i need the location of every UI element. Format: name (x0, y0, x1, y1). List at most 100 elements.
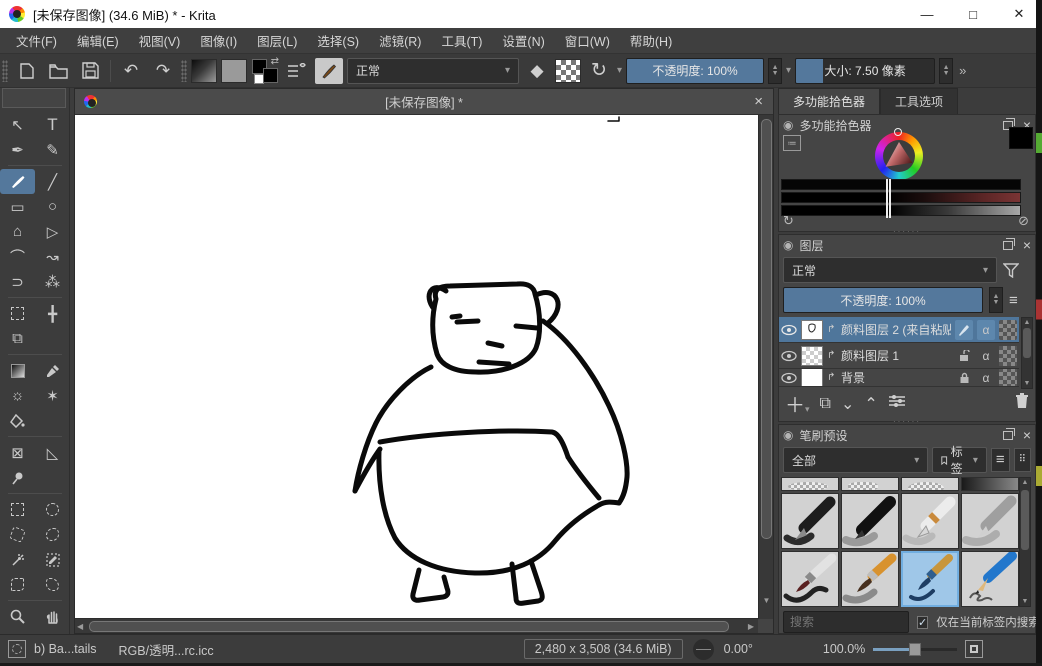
new-document-button[interactable] (12, 58, 40, 84)
visibility-eye-icon[interactable] (781, 348, 797, 364)
preserve-alpha-button[interactable] (555, 59, 581, 83)
layer-opacity-spinner[interactable]: ▲▼ (989, 287, 1003, 313)
canvas-horizontal-scrollbar[interactable]: ◀ ▶ (75, 618, 758, 633)
menu-settings[interactable]: 设置(N) (492, 28, 554, 53)
brush-preset[interactable] (781, 477, 839, 491)
subwindow-titlebar[interactable]: [未保存图像] * × (75, 89, 773, 115)
tool-smart-patch[interactable]: ✶ (35, 383, 70, 408)
eraser-mode-button[interactable]: ◆ (523, 58, 551, 84)
brush-preset-ink-pen[interactable] (781, 493, 839, 549)
tool-freehand-select[interactable] (35, 522, 70, 547)
float-docker-icon[interactable] (1003, 241, 1013, 250)
size-spinner[interactable]: ▲▼ (939, 58, 953, 84)
chevron-down-icon[interactable]: ▾ (617, 65, 622, 76)
tool-ellipse-select[interactable] (35, 497, 70, 522)
subwindow-close-button[interactable]: × (744, 93, 773, 110)
brush-preset-wet-brush[interactable] (841, 551, 899, 607)
search-scope-checkbox[interactable]: ✓ (917, 616, 928, 629)
current-color-swatch[interactable] (1009, 127, 1033, 149)
toolbar-grip-2[interactable] (181, 60, 187, 82)
close-docker-icon[interactable]: × (1023, 239, 1031, 251)
menu-file[interactable]: 文件(F) (6, 28, 67, 53)
minimize-button[interactable]: — (904, 0, 950, 28)
menu-select[interactable]: 选择(S) (307, 28, 369, 53)
bar-marker[interactable] (886, 192, 891, 205)
redo-button[interactable]: ↷ (149, 58, 177, 84)
undo-button[interactable]: ↶ (117, 58, 145, 84)
brush-search-input[interactable] (783, 611, 909, 633)
brush-settings-button[interactable] (283, 58, 311, 84)
tool-pan[interactable] (35, 604, 70, 629)
brush-preset[interactable] (901, 477, 959, 491)
add-layer-button[interactable]: ＋▾ (785, 389, 810, 418)
tool-color-sampler[interactable] (35, 358, 70, 383)
layer-row[interactable]: ↱ 颜料图层 1 α (779, 343, 1019, 369)
color-wheel[interactable] (875, 132, 923, 180)
save-button[interactable] (76, 58, 104, 84)
tool-line[interactable]: ╱ (35, 169, 70, 194)
float-docker-icon[interactable] (1003, 431, 1013, 440)
tool-measure[interactable]: ⊠ (0, 440, 35, 465)
move-layer-down-button[interactable]: ⌄ (841, 394, 854, 414)
duplicate-layer-button[interactable]: ⧉ (820, 395, 831, 413)
layer-properties-button[interactable] (888, 394, 906, 413)
tool-magnetic-select[interactable] (35, 572, 70, 597)
zoom-slider[interactable] (873, 648, 957, 651)
bar-marker[interactable] (886, 205, 891, 218)
scroll-down-icon[interactable]: ▼ (1020, 598, 1030, 605)
toolbar-overflow-button[interactable]: » (959, 63, 966, 78)
delete-layer-button[interactable] (1015, 393, 1029, 414)
menu-view[interactable]: 视图(V) (129, 28, 191, 53)
zoom-slider-thumb[interactable] (909, 643, 921, 656)
canvas-vertical-scrollbar[interactable]: ▼ (758, 115, 773, 619)
tool-colorize-mask[interactable]: ☼ (0, 383, 35, 408)
tool-bezier-curve[interactable]: ⌒ (0, 244, 35, 269)
menu-layer[interactable]: 图层(L) (247, 28, 307, 53)
tag-button[interactable]: 标签 ▾ (932, 447, 987, 473)
color-bar-hue[interactable] (781, 179, 1021, 190)
layer-list-scrollbar[interactable]: ▲ ▼ (1021, 317, 1033, 389)
tool-multibrush[interactable]: ⁂ (35, 269, 70, 294)
menu-image[interactable]: 图像(I) (190, 28, 247, 53)
brush-preset-watercolor-selected[interactable] (901, 551, 959, 607)
opacity-slider[interactable]: 不透明度: 100% (626, 58, 764, 84)
tool-dynamic-brush[interactable]: ⊃ (0, 269, 35, 294)
tool-polygon[interactable]: ⌂ (0, 219, 35, 244)
size-slider[interactable]: 大小: 7.50 像素 (795, 58, 935, 84)
brush-preset-paintbrush[interactable] (781, 551, 839, 607)
tool-contiguous-select[interactable] (35, 547, 70, 572)
selection-mode-icon[interactable] (8, 640, 26, 658)
layer-options-menu-icon[interactable]: ≡ (1009, 292, 1018, 309)
color-bar-saturation[interactable] (781, 192, 1021, 203)
scroll-down-icon[interactable]: ▼ (759, 596, 774, 605)
layer-style-icon[interactable] (955, 320, 973, 340)
scroll-down-icon[interactable]: ▼ (1022, 380, 1032, 387)
layer-blend-mode-dropdown[interactable]: 正常 ▾ (783, 257, 997, 283)
scrollbar-thumb[interactable] (761, 119, 772, 539)
tool-freehand-path[interactable]: ↝ (35, 244, 70, 269)
tool-polyline[interactable]: ▷ (35, 219, 70, 244)
menu-help[interactable]: 帮助(H) (620, 28, 682, 53)
layer-opacity-slider[interactable]: 不透明度: 100% (783, 287, 983, 313)
docker-lock-icon[interactable]: ◉ (783, 428, 793, 442)
brush-preset-white-pen[interactable] (901, 493, 959, 549)
inherit-alpha-icon[interactable] (999, 369, 1017, 387)
scrollbar-thumb[interactable] (1021, 490, 1029, 550)
tab-color-selector[interactable]: 多功能拾色器 (778, 88, 880, 114)
chevron-down-icon[interactable]: ▾ (786, 65, 791, 76)
tool-polygon-select[interactable] (0, 522, 35, 547)
pattern-swatch[interactable] (221, 59, 247, 83)
scroll-up-icon[interactable]: ▲ (1020, 479, 1030, 486)
color-bar-value[interactable] (781, 205, 1021, 216)
toolbar-grip[interactable] (2, 60, 8, 82)
menu-tools[interactable]: 工具(T) (431, 28, 492, 53)
close-docker-icon[interactable]: × (1023, 429, 1031, 441)
inherit-alpha-icon[interactable] (999, 320, 1017, 340)
scroll-left-icon[interactable]: ◀ (77, 620, 83, 633)
canvas-rotation-dial[interactable] (693, 639, 714, 660)
brush-menu-icon[interactable]: ≡ (991, 448, 1010, 472)
unlock-icon[interactable] (955, 346, 973, 366)
tool-gradient[interactable] (0, 358, 35, 383)
tab-tool-options[interactable]: 工具选项 (880, 88, 958, 114)
tool-assistants[interactable]: ◺ (35, 440, 70, 465)
